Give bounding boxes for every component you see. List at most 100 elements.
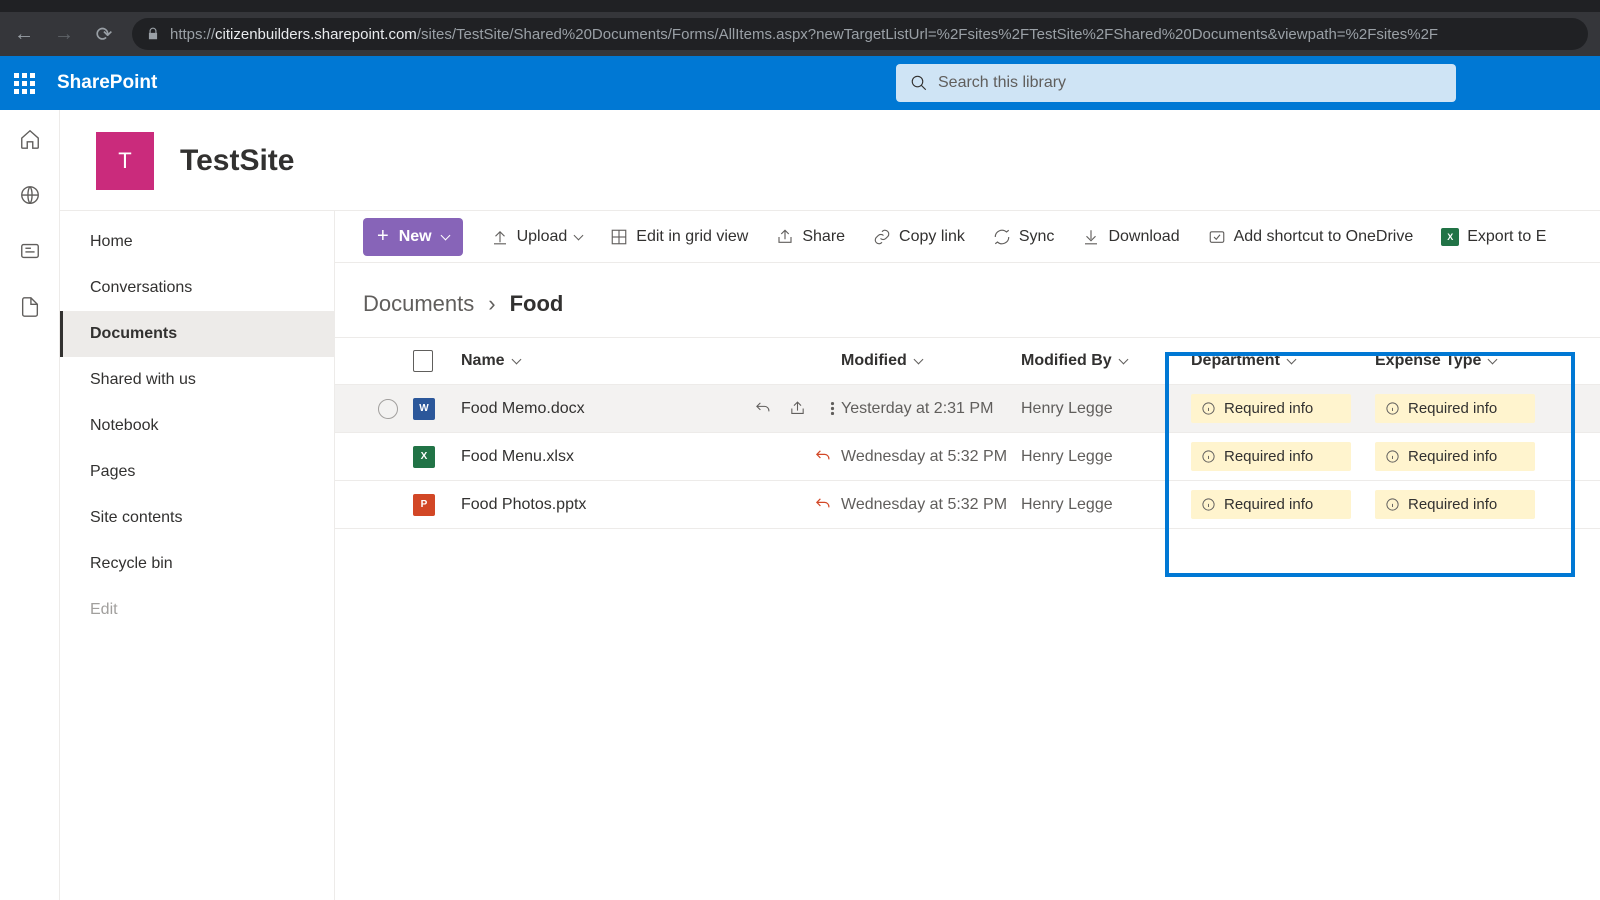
search-placeholder: Search this library — [938, 74, 1066, 92]
plus-icon: + — [377, 225, 389, 248]
excel-icon: X — [1441, 228, 1459, 246]
shared-indicator-icon[interactable] — [814, 448, 831, 465]
url-field[interactable]: https://citizenbuilders.sharepoint.com/s… — [132, 18, 1588, 50]
files-icon[interactable] — [19, 296, 41, 318]
modified-date: Wednesday at 5:32 PM — [841, 496, 1021, 514]
info-icon — [1385, 401, 1400, 416]
export-excel-button[interactable]: X Export to E — [1441, 228, 1546, 246]
column-name[interactable]: Name — [461, 352, 841, 370]
nav-item-site-contents[interactable]: Site contents — [60, 495, 334, 541]
reload-button[interactable]: ⟳ — [92, 22, 116, 47]
site-header: T TestSite — [60, 110, 1600, 210]
forward-button[interactable]: → — [52, 23, 76, 46]
column-modified[interactable]: Modified — [841, 352, 1021, 370]
ppt-file-icon: P — [413, 494, 435, 516]
shared-indicator-icon[interactable] — [814, 496, 831, 513]
sync-icon — [993, 228, 1011, 246]
copy-link-button[interactable]: Copy link — [873, 228, 965, 246]
table-row[interactable]: W Food Memo.docx Yesterday at 2:31 PM He… — [335, 385, 1600, 433]
breadcrumb-current: Food — [510, 291, 564, 317]
required-info-badge[interactable]: Required info — [1375, 442, 1535, 471]
info-icon — [1201, 449, 1216, 464]
nav-item-recycle-bin[interactable]: Recycle bin — [60, 541, 334, 587]
modified-by[interactable]: Henry Legge — [1021, 400, 1191, 418]
required-info-badge[interactable]: Required info — [1375, 490, 1535, 519]
modified-by[interactable]: Henry Legge — [1021, 448, 1191, 466]
app-brand[interactable]: SharePoint — [57, 72, 157, 94]
breadcrumb-parent[interactable]: Documents — [363, 291, 474, 317]
shortcut-icon — [1208, 228, 1226, 246]
search-input[interactable]: Search this library — [896, 64, 1456, 102]
site-title[interactable]: TestSite — [180, 144, 294, 178]
column-modified-by[interactable]: Modified By — [1021, 352, 1191, 370]
nav-item-documents[interactable]: Documents — [60, 311, 334, 357]
file-name[interactable]: Food Memo.docx — [461, 400, 585, 418]
edit-grid-button[interactable]: Edit in grid view — [610, 228, 748, 246]
download-icon — [1082, 228, 1100, 246]
chevron-down-icon — [1286, 355, 1296, 365]
info-icon — [1201, 497, 1216, 512]
modified-date: Yesterday at 2:31 PM — [841, 400, 1021, 418]
column-department[interactable]: Department — [1191, 352, 1375, 370]
back-button[interactable]: ← — [12, 23, 36, 46]
table-row[interactable]: X Food Menu.xlsx Wednesday at 5:32 PM He… — [335, 433, 1600, 481]
info-icon — [1201, 401, 1216, 416]
site-logo[interactable]: T — [96, 132, 154, 190]
browser-address-bar: ← → ⟳ https://citizenbuilders.sharepoint… — [0, 12, 1600, 56]
chevron-down-icon — [440, 230, 450, 240]
nav-item-home[interactable]: Home — [60, 219, 334, 265]
main-content: + New Upload Edit in grid view — [335, 211, 1600, 900]
add-shortcut-button[interactable]: Add shortcut to OneDrive — [1208, 228, 1414, 246]
chevron-right-icon: › — [488, 291, 495, 317]
download-button[interactable]: Download — [1082, 228, 1179, 246]
info-icon — [1385, 497, 1400, 512]
lock-icon — [146, 27, 160, 41]
file-name[interactable]: Food Menu.xlsx — [461, 448, 574, 466]
select-circle[interactable] — [378, 399, 398, 419]
word-file-icon: W — [413, 398, 435, 420]
chevron-down-icon — [511, 355, 521, 365]
grid-icon — [610, 228, 628, 246]
nav-item-conversations[interactable]: Conversations — [60, 265, 334, 311]
new-button[interactable]: + New — [363, 218, 463, 256]
table-header: Name Modified Modified By Department Exp… — [335, 337, 1600, 385]
browser-tab-strip — [0, 0, 1600, 12]
column-expense-type[interactable]: Expense Type — [1375, 352, 1559, 370]
search-icon — [910, 74, 928, 92]
breadcrumb: Documents › Food — [335, 263, 1600, 337]
nav-item-notebook[interactable]: Notebook — [60, 403, 334, 449]
upload-button[interactable]: Upload — [491, 228, 583, 246]
required-info-badge[interactable]: Required info — [1191, 490, 1351, 519]
info-icon — [1385, 449, 1400, 464]
more-icon[interactable] — [824, 400, 841, 417]
app-launcher-icon[interactable] — [14, 73, 35, 94]
required-info-badge[interactable]: Required info — [1191, 442, 1351, 471]
globe-icon[interactable] — [19, 184, 41, 206]
undo-arrow-icon[interactable] — [754, 400, 771, 417]
chevron-down-icon — [1118, 355, 1128, 365]
chevron-down-icon — [1488, 355, 1498, 365]
link-icon — [873, 228, 891, 246]
chevron-down-icon — [574, 230, 584, 240]
command-bar: + New Upload Edit in grid view — [335, 211, 1600, 263]
share-button[interactable]: Share — [776, 228, 845, 246]
nav-item-shared-with-us[interactable]: Shared with us — [60, 357, 334, 403]
upload-icon — [491, 228, 509, 246]
modified-date: Wednesday at 5:32 PM — [841, 448, 1021, 466]
news-icon[interactable] — [19, 240, 41, 262]
nav-item-pages[interactable]: Pages — [60, 449, 334, 495]
nav-edit-link[interactable]: Edit — [60, 587, 334, 633]
share-arrow-icon[interactable] — [789, 400, 806, 417]
modified-by[interactable]: Henry Legge — [1021, 496, 1191, 514]
required-info-badge[interactable]: Required info — [1375, 394, 1535, 423]
excel-file-icon: X — [413, 446, 435, 468]
sync-button[interactable]: Sync — [993, 228, 1055, 246]
file-type-icon[interactable] — [413, 350, 433, 372]
required-info-badge[interactable]: Required info — [1191, 394, 1351, 423]
file-name[interactable]: Food Photos.pptx — [461, 496, 586, 514]
site-left-nav: HomeConversationsDocumentsShared with us… — [60, 211, 335, 900]
table-row[interactable]: P Food Photos.pptx Wednesday at 5:32 PM … — [335, 481, 1600, 529]
share-icon — [776, 228, 794, 246]
chevron-down-icon — [913, 355, 923, 365]
home-icon[interactable] — [19, 128, 41, 150]
